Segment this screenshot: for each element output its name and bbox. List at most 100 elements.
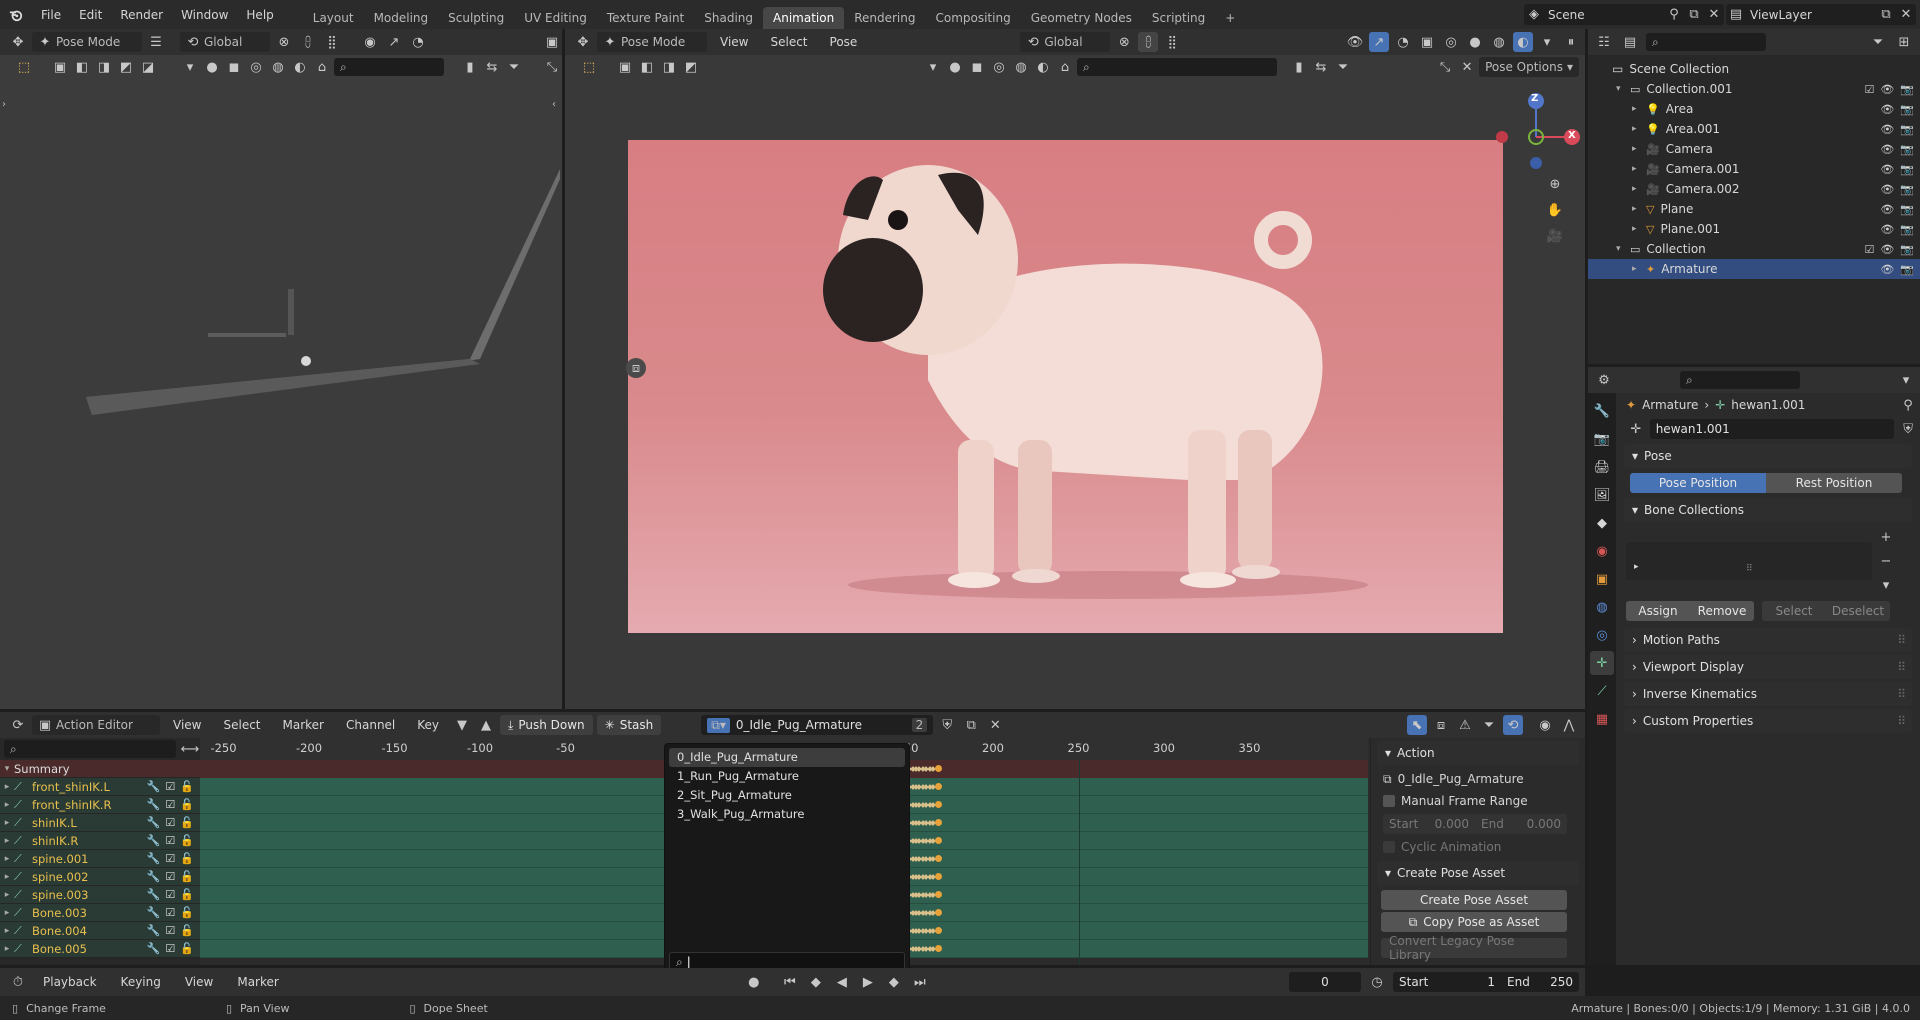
eye-icon[interactable]: 👁 bbox=[1880, 163, 1894, 176]
channel-row[interactable]: ▸ ⟋ Bone.004 🔧 ☑ 🔓 bbox=[0, 922, 200, 940]
expand-toggle-icon[interactable]: ▾ bbox=[1616, 84, 1630, 94]
rendered-shading-icon[interactable]: ◐ bbox=[1513, 32, 1533, 52]
keyframe-selected[interactable] bbox=[935, 837, 943, 844]
swap-icon[interactable]: ⟷ bbox=[180, 739, 200, 759]
timeline-editor-icon[interactable]: ⏱ bbox=[8, 972, 28, 992]
scene-collection-row[interactable]: ▭ Scene Collection bbox=[1588, 59, 1920, 79]
layer-down-icon[interactable]: ▼ bbox=[452, 715, 472, 735]
falloff-icon[interactable]: ⋀ bbox=[1559, 715, 1579, 735]
expand-toggle-icon[interactable]: ▸ bbox=[0, 908, 14, 918]
camera-icon[interactable]: 🎥 bbox=[1545, 226, 1565, 246]
filter-icon[interactable]: ⏷ bbox=[1479, 715, 1499, 735]
wrench-icon[interactable]: 🔧 bbox=[147, 852, 161, 865]
prev-key-icon[interactable]: ◆ bbox=[806, 972, 826, 992]
display-mode-icon[interactable]: ▤ bbox=[1620, 32, 1640, 52]
eye-icon[interactable]: 👁 bbox=[1880, 183, 1894, 196]
tab-compositing[interactable]: Compositing bbox=[925, 7, 1020, 29]
shading-material-icon[interactable]: ◍ bbox=[1011, 57, 1031, 77]
record-icon[interactable]: ● bbox=[744, 972, 764, 992]
snap-target-icon[interactable]: ⣿ bbox=[322, 32, 342, 52]
navigation-gizmo[interactable]: Z X bbox=[1490, 89, 1580, 179]
main-viewport[interactable]: ✥ ✦ Pose Mode View Select Pose ⟲ Global … bbox=[565, 29, 1585, 709]
panel-inverse-kinematics[interactable]: › Inverse Kinematics ⠿ bbox=[1624, 682, 1912, 706]
select-box-icon[interactable]: ▣ bbox=[615, 57, 635, 77]
expand-arrow-icon[interactable]: ▸ bbox=[1634, 562, 1639, 572]
visibility-toggles[interactable]: 👁 📷 bbox=[1880, 103, 1914, 116]
visibility-icon[interactable]: 👁 bbox=[1345, 32, 1365, 52]
lock-icon[interactable]: 🔓 bbox=[180, 780, 194, 793]
visibility-toggles[interactable]: 👁 📷 bbox=[1880, 123, 1914, 136]
camera-render-icon[interactable]: 📷 bbox=[1900, 103, 1914, 116]
menu-help[interactable]: Help bbox=[237, 8, 282, 22]
keyframe-selected[interactable] bbox=[935, 783, 943, 790]
expand-toggle-icon[interactable]: ▸ bbox=[1632, 104, 1646, 114]
drag-handle-icon[interactable]: ⠿ bbox=[1897, 660, 1906, 674]
x-toggle-icon[interactable]: ✕ bbox=[1457, 57, 1477, 77]
expand-toggle-icon[interactable]: ▸ bbox=[0, 890, 14, 900]
left-viewport[interactable]: ✥ ✦ Pose Mode ☰ ⟲ Global ⊗ ⩉ ⣿ ◉ ↗ ◔ ▣ ⬚… bbox=[0, 29, 562, 709]
start-frame-field[interactable]: Start 0.000 bbox=[1383, 814, 1475, 834]
select-tool-icon[interactable]: ⬚ bbox=[579, 57, 599, 77]
overlay-icon[interactable]: ◔ bbox=[1393, 32, 1413, 52]
lock-icon[interactable]: 🔓 bbox=[180, 906, 194, 919]
menu-window[interactable]: Window bbox=[172, 8, 237, 22]
channel-row[interactable]: ▸ ⟋ Bone.005 🔧 ☑ 🔓 bbox=[0, 940, 200, 958]
add-workspace-button[interactable]: + bbox=[1215, 7, 1245, 29]
visibility-toggles[interactable]: 👁 📷 bbox=[1880, 223, 1914, 236]
action-dropdown-item[interactable]: 2_Sit_Pug_Armature bbox=[669, 786, 905, 805]
wrench-icon[interactable]: 🔧 bbox=[147, 888, 161, 901]
main-mode-selector[interactable]: ✦ Pose Mode bbox=[597, 32, 707, 52]
action-panel-header[interactable]: ▾ Action bbox=[1377, 741, 1579, 765]
pivot-icon[interactable]: ⊗ bbox=[1114, 32, 1134, 52]
data-name-field[interactable]: hewan1.001 bbox=[1649, 419, 1895, 439]
show-hidden-icon[interactable]: ⧈ bbox=[1431, 715, 1451, 735]
keyframe-selected[interactable] bbox=[935, 927, 943, 934]
visibility-toggles[interactable]: 👁 📷 bbox=[1880, 183, 1914, 196]
xray-icon[interactable]: ▣ bbox=[542, 32, 562, 52]
scene-tab-icon[interactable]: ◆ bbox=[1590, 511, 1614, 535]
jump-start-icon[interactable]: ⏮ bbox=[780, 972, 800, 992]
eye-icon[interactable]: 👁 bbox=[1880, 83, 1894, 96]
outliner-item-area[interactable]: ▸ 💡 Area 👁 📷 bbox=[1588, 99, 1920, 119]
view-layer-tab-icon[interactable]: 🖼 bbox=[1590, 483, 1614, 507]
outliner-item-collection[interactable]: ▾ ▭ Collection ☑ 👁 📷 bbox=[1588, 239, 1920, 259]
rest-position-button[interactable]: Rest Position bbox=[1766, 473, 1902, 493]
world-tab-icon[interactable]: ◉ bbox=[1590, 539, 1614, 563]
outliner-item-plane[interactable]: ▸ ▽ Plane 👁 📷 bbox=[1588, 199, 1920, 219]
channel-row[interactable]: ▸ ⟋ spine.002 🔧 ☑ 🔓 bbox=[0, 868, 200, 886]
delete-viewlayer-icon[interactable]: ✕ bbox=[1896, 5, 1916, 25]
bone-collections-header[interactable]: ▾ Bone Collections bbox=[1624, 498, 1912, 522]
filter-icon[interactable]: ⏷ bbox=[1333, 57, 1353, 77]
expand-toggle-icon[interactable]: ▾ bbox=[1616, 244, 1630, 254]
filter-dropdown-icon[interactable]: ▾ bbox=[180, 57, 200, 77]
zoom-icon[interactable]: ⊕ bbox=[1545, 174, 1565, 194]
action-dropdown-item[interactable]: 0_Idle_Pug_Armature bbox=[669, 748, 905, 767]
menu-select[interactable]: Select bbox=[761, 35, 816, 49]
left-collapse-arrow[interactable]: › bbox=[2, 99, 6, 110]
texture-tab-icon[interactable]: ▦ bbox=[1590, 707, 1614, 731]
expand-toggle-icon[interactable]: ▸ bbox=[1632, 264, 1646, 274]
proportional-edit-icon[interactable]: ◉ bbox=[1535, 715, 1555, 735]
pin-icon[interactable]: ⚲ bbox=[1898, 395, 1918, 415]
keyframe-selected[interactable] bbox=[935, 945, 943, 952]
camera-view-icon[interactable]: ⌂ bbox=[312, 57, 332, 77]
keyframe-selected[interactable] bbox=[935, 891, 943, 898]
sync-icon[interactable]: ⇆ bbox=[1311, 57, 1331, 77]
menu-render[interactable]: Render bbox=[111, 8, 172, 22]
select-extend-icon[interactable]: ◧ bbox=[637, 57, 657, 77]
layer-up-icon[interactable]: ▲ bbox=[476, 715, 496, 735]
filter-icon[interactable]: ⏷ bbox=[504, 57, 524, 77]
convert-legacy-button[interactable]: Convert Legacy Pose Library bbox=[1381, 934, 1567, 962]
add-collection-button[interactable]: + bbox=[1876, 527, 1896, 547]
solid-shading-icon[interactable]: ● bbox=[1465, 32, 1485, 52]
snap-icon[interactable]: ⩉ bbox=[1138, 32, 1159, 52]
camera-render-icon[interactable]: 📷 bbox=[1900, 263, 1914, 276]
expand-toggle-icon[interactable]: ▸ bbox=[0, 800, 14, 810]
eye-icon[interactable]: 👁 bbox=[1880, 143, 1894, 156]
outliner-editor-icon[interactable]: ☷ bbox=[1594, 32, 1614, 52]
camera-render-icon[interactable]: 📷 bbox=[1900, 123, 1914, 136]
playback-menu[interactable]: Playback bbox=[34, 975, 106, 989]
pin-icon[interactable]: ⚲ bbox=[1664, 5, 1684, 25]
blender-logo-icon[interactable] bbox=[6, 5, 26, 25]
object-tab-icon[interactable]: ▣ bbox=[1590, 567, 1614, 591]
